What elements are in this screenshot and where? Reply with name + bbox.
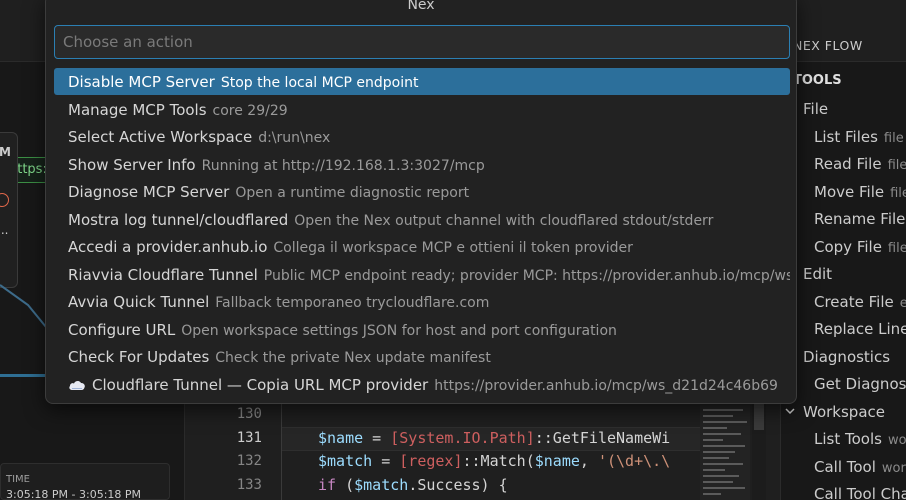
- outline-item[interactable]: Create Fileec: [814, 293, 906, 311]
- outline-group-workspace[interactable]: Workspace: [803, 403, 885, 421]
- code-line[interactable]: if ($match.Success) {: [318, 476, 508, 494]
- quick-pick: Nex Disable MCP ServerStop the local MCP…: [45, 0, 797, 404]
- quick-pick-title: Nex: [407, 0, 435, 13]
- line-number: 131: [236, 430, 262, 446]
- quick-pick-item[interactable]: Avvia Quick Tunnel Fallback temporaneo tr…: [54, 288, 790, 315]
- line-number: 130: [236, 406, 262, 422]
- outline-header: NEX FLOW: [793, 38, 863, 53]
- card-letter: M: [0, 145, 11, 159]
- chevron-down-icon[interactable]: [784, 405, 796, 417]
- outline-section[interactable]: TOOLS: [793, 73, 842, 88]
- quick-pick-item[interactable]: Accedi a provider.anhub.io Collega il wor…: [54, 233, 790, 260]
- quick-pick-item[interactable]: Disable MCP Server Stop the local MCP end…: [54, 68, 790, 95]
- scrollbar-thumb[interactable]: [754, 400, 764, 430]
- quick-pick-item[interactable]: Configure URL Open workspace settings JSO…: [54, 316, 790, 343]
- outline-item[interactable]: Move File file: [814, 183, 906, 201]
- quick-pick-item[interactable]: Diagnose MCP Server Open a runtime diagno…: [54, 178, 790, 205]
- outline-item[interactable]: Call Tool wor: [814, 458, 906, 476]
- minimap[interactable]: [700, 405, 750, 500]
- quick-pick-item[interactable]: Show Server Info Running at http://192.16…: [54, 151, 790, 178]
- card-ellipsis: ...: [0, 223, 9, 237]
- time-label: TIME: [6, 474, 31, 485]
- outline-item[interactable]: List Files file: [814, 128, 904, 146]
- outline-item[interactable]: Replace Lines: [814, 320, 906, 338]
- line-number: 132: [236, 453, 262, 469]
- status-ring-icon: [0, 193, 9, 207]
- outline-group-diagnostics[interactable]: Diagnostics: [803, 348, 890, 366]
- outline-item[interactable]: Rename File: [814, 210, 905, 228]
- code-line[interactable]: $match = [regex]::Match($name, '(\d+\.\: [318, 452, 670, 470]
- outline-item[interactable]: Copy File file: [814, 238, 906, 256]
- quick-pick-item[interactable]: Riavvia Cloudflare Tunnel Public MCP endp…: [54, 261, 790, 288]
- line-number: 133: [236, 477, 262, 493]
- quick-pick-item[interactable]: Manage MCP Tools core 29/29: [54, 96, 790, 123]
- app-window: https:/ M ... TIME 3:05:18 PM - 3:05:18 …: [0, 0, 906, 500]
- outline-item[interactable]: Call Tool Cha: [814, 485, 906, 500]
- quick-pick-item[interactable]: Cloudflare Tunnel — Copia URL MCP provid…: [54, 371, 790, 398]
- outline-item[interactable]: List Tools wo: [814, 430, 906, 448]
- quick-pick-item[interactable]: Select Active Workspace d:\run\nex: [54, 123, 790, 150]
- outline-group-edit[interactable]: Edit: [803, 265, 832, 283]
- outline-group-file[interactable]: File: [803, 100, 828, 118]
- outline-item[interactable]: Read File file: [814, 155, 906, 173]
- cloud-icon: [69, 380, 85, 390]
- outline-item[interactable]: Get Diagnost: [814, 375, 906, 393]
- time-value: 3:05:18 PM - 3:05:18 PM: [6, 488, 142, 500]
- quick-pick-input[interactable]: [54, 25, 790, 59]
- quick-pick-item[interactable]: Check For Updates Check the private Nex u…: [54, 343, 790, 370]
- code-line[interactable]: $name = [System.IO.Path]::GetFileNameWi: [318, 429, 670, 447]
- quick-pick-item[interactable]: Mostra log tunnel/cloudflared Open the Ne…: [54, 206, 790, 233]
